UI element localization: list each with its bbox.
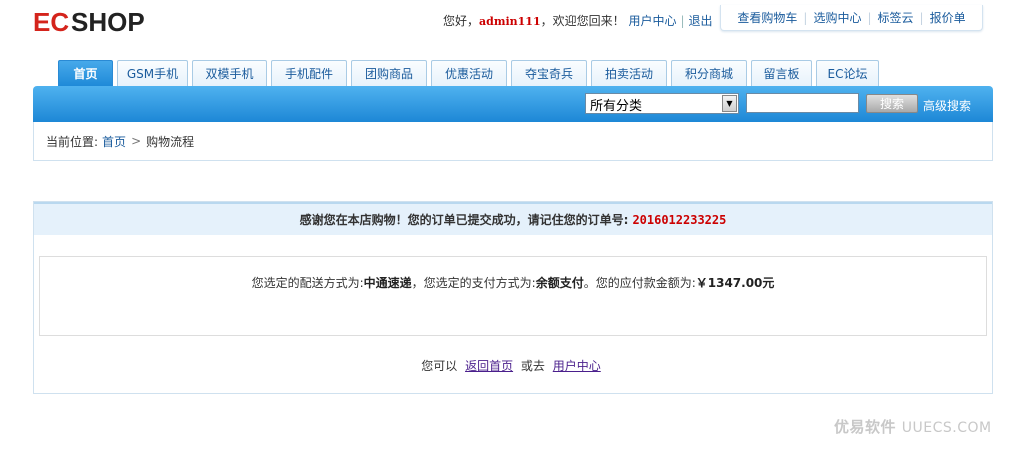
watermark: 优易软件 UUECS.COM: [834, 416, 992, 437]
ecshop-logo-mark: EC SHOP: [33, 7, 145, 37]
order-summary-box: 您选定的配送方式为:中通速递，您选定的支付方式为:余额支付。您的应付款金额为:￥…: [39, 256, 987, 336]
greeting-text: 您好，: [443, 14, 480, 28]
breadcrumb-prefix: 当前位置:: [46, 134, 99, 149]
advanced-search-link[interactable]: 高级搜索: [923, 97, 971, 114]
svg-text:EC: EC: [33, 7, 69, 37]
order-summary-text: 您选定的配送方式为:中通速递，您选定的支付方式为:余额支付。您的应付款金额为:￥…: [40, 274, 986, 291]
breadcrumb-current: 购物流程: [146, 134, 195, 149]
svg-text:SHOP: SHOP: [71, 7, 145, 37]
tag-cloud-link[interactable]: 标签云: [872, 9, 920, 26]
tab-dual-mode-phones[interactable]: 双模手机: [192, 60, 267, 86]
search-bar: 所有分类 ▼ 搜索 高级搜索: [33, 86, 993, 122]
next-step-links: 您可以 返回首页 或去 用户中心: [34, 357, 992, 374]
tab-message-board[interactable]: 留言板: [751, 60, 812, 86]
payment-method: 余额支付: [535, 276, 584, 290]
order-amount: ￥1347.00元: [695, 276, 775, 290]
main-nav: 首页 GSM手机 双模手机 手机配件 团购商品 优惠活动 夺宝奇兵 拍卖活动 积…: [58, 60, 883, 86]
order-success-header: 感谢您在本店购物！您的订单已提交成功，请记住您的订单号: 20160122332…: [34, 202, 992, 235]
username: admin111: [479, 15, 541, 28]
tab-gsm-phones[interactable]: GSM手机: [117, 60, 188, 86]
shipping-prefix: 您选定的配送方式为:: [251, 276, 364, 290]
quotation-link[interactable]: 报价单: [924, 9, 972, 26]
user-center-link[interactable]: 用户中心: [628, 14, 676, 28]
amount-prefix: 。您的应付款金额为:: [583, 276, 696, 290]
tab-group-buy[interactable]: 团购商品: [351, 60, 427, 86]
breadcrumb-home-link[interactable]: 首页: [102, 133, 126, 150]
search-keyword-input[interactable]: [746, 93, 859, 113]
view-cart-link[interactable]: 查看购物车: [731, 9, 803, 26]
watermark-brand: 优易软件: [834, 418, 897, 436]
search-button[interactable]: 搜索: [866, 94, 918, 113]
tab-ec-forum[interactable]: EC论坛: [816, 60, 879, 86]
top-links: 查看购物车 | 选购中心 | 标签云 | 报价单: [720, 5, 983, 31]
shipping-method: 中通速递: [363, 276, 412, 290]
or-go-text: 或去: [520, 359, 545, 373]
tab-accessories[interactable]: 手机配件: [271, 60, 347, 86]
ecshop-logo[interactable]: EC SHOP: [33, 3, 155, 39]
tab-points-mall[interactable]: 积分商城: [671, 60, 747, 86]
footer-prefix: 您可以: [421, 359, 458, 373]
watermark-site: UUECS.COM: [901, 420, 992, 436]
dropdown-arrow-icon[interactable]: ▼: [722, 95, 737, 112]
welcome-back-text: ，欢迎您回来！: [540, 14, 625, 28]
order-thanks-text: 感谢您在本店购物！您的订单已提交成功，请记住您的订单号:: [299, 213, 629, 227]
order-number: 2016012233225: [632, 212, 727, 227]
tab-promotions[interactable]: 优惠活动: [431, 60, 507, 86]
tab-auction[interactable]: 拍卖活动: [591, 60, 667, 86]
logout-link[interactable]: 退出: [689, 14, 713, 28]
footer-user-center-link[interactable]: 用户中心: [553, 359, 601, 373]
order-confirmation-panel: 感谢您在本店购物！您的订单已提交成功，请记住您的订单号: 20160122332…: [33, 201, 993, 394]
payment-prefix: ，您选定的支付方式为:: [411, 276, 536, 290]
tab-snatch[interactable]: 夺宝奇兵: [511, 60, 587, 86]
welcome-bar: 您好，admin111，欢迎您回来！ 用户中心 | 退出: [443, 12, 713, 29]
tab-home[interactable]: 首页: [58, 60, 113, 86]
category-select[interactable]: 所有分类 ▼: [585, 93, 739, 114]
back-home-link[interactable]: 返回首页: [465, 359, 513, 373]
shopping-center-link[interactable]: 选购中心: [807, 9, 867, 26]
category-selected-value: 所有分类: [590, 99, 643, 114]
breadcrumb-separator-icon: >: [131, 134, 142, 148]
breadcrumb: 当前位置: 首页 > 购物流程: [33, 122, 993, 161]
divider: |: [680, 14, 685, 28]
